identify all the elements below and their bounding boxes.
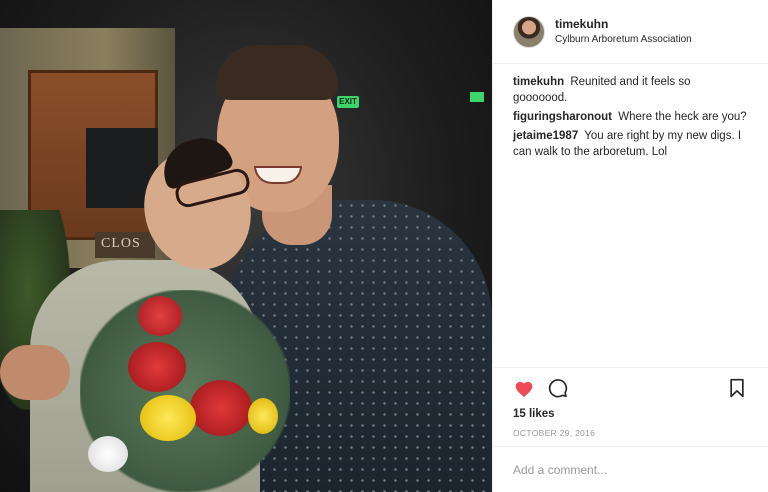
- comment-username[interactable]: figuringsharonout: [513, 111, 612, 123]
- heart-filled-icon: [515, 381, 533, 397]
- comment-username[interactable]: timekuhn: [513, 76, 564, 88]
- photo-yellow-rose: [248, 398, 278, 434]
- header-text: timekuhn Cylburn Arboretum Association: [555, 17, 692, 47]
- photo-exit-sign: EXIT: [337, 96, 359, 108]
- comment-item: jetaime1987 You are right by my new digs…: [513, 128, 748, 160]
- comment-item: figuringsharonout Where the heck are you…: [513, 109, 748, 125]
- bookmark-icon: [730, 378, 744, 398]
- action-icons-row: [513, 370, 748, 406]
- post-date: OCTOBER 29, 2016: [513, 428, 596, 438]
- header-username[interactable]: timekuhn: [555, 17, 692, 32]
- photo-man-hair: [216, 45, 338, 100]
- post-photo[interactable]: CLOS EXIT: [0, 0, 492, 492]
- photo-yellow-rose: [140, 395, 196, 441]
- photo-white-flower: [88, 436, 128, 472]
- comment-button[interactable]: [547, 377, 569, 399]
- post: CLOS EXIT timekuhn Cylburn Arboretum Ass…: [0, 0, 768, 492]
- avatar[interactable]: [513, 15, 545, 48]
- speech-bubble-icon: [548, 379, 568, 398]
- comment-list: timekuhn Reunited and it feels so gooooo…: [493, 64, 768, 367]
- photo-red-rose: [190, 380, 252, 436]
- header-location[interactable]: Cylburn Arboretum Association: [555, 32, 692, 47]
- comment-input[interactable]: [513, 462, 748, 477]
- like-button[interactable]: [513, 377, 535, 399]
- photo-exit-sign-far: [470, 92, 484, 102]
- likes-count[interactable]: 15 likes: [513, 408, 748, 420]
- photo-arm: [0, 345, 70, 400]
- post-sidebar: timekuhn Cylburn Arboretum Association t…: [492, 0, 768, 492]
- photo-red-rose: [138, 296, 182, 336]
- post-actions: 15 likes OCTOBER 29, 2016: [493, 367, 768, 446]
- comment-item: timekuhn Reunited and it feels so gooooo…: [513, 74, 748, 106]
- post-header: timekuhn Cylburn Arboretum Association: [493, 0, 768, 64]
- photo-red-rose: [128, 342, 186, 392]
- comment-username[interactable]: jetaime1987: [513, 130, 578, 142]
- photo-background-sign: CLOS: [95, 232, 155, 258]
- add-comment-bar: [493, 446, 768, 492]
- comment-text: Where the heck are you?: [618, 111, 747, 123]
- save-button[interactable]: [726, 377, 748, 399]
